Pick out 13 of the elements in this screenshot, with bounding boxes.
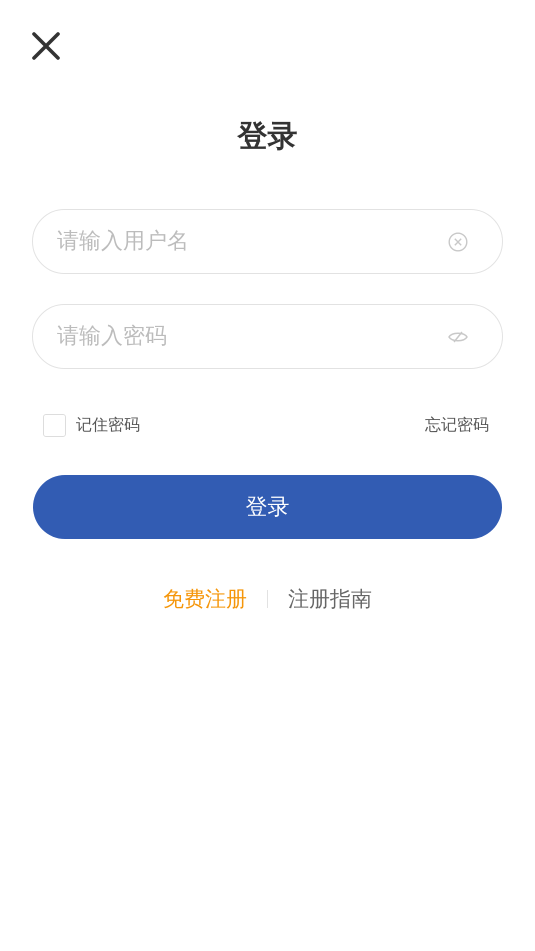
username-field[interactable]: 请输入用户名 bbox=[32, 209, 503, 274]
page-title: 登录 bbox=[238, 119, 298, 155]
forgot-password-link[interactable]: 忘记密码 bbox=[425, 415, 489, 436]
close-icon[interactable] bbox=[31, 31, 61, 61]
remember-checkbox[interactable] bbox=[43, 414, 66, 437]
remember-label: 记住密码 bbox=[76, 415, 140, 436]
username-input[interactable]: 请输入用户名 bbox=[55, 228, 448, 255]
login-button[interactable]: 登录 bbox=[33, 475, 502, 539]
password-input[interactable]: 请输入密码 bbox=[55, 323, 448, 350]
clear-icon[interactable] bbox=[448, 232, 468, 252]
guide-link[interactable]: 注册指南 bbox=[288, 585, 372, 613]
password-field[interactable]: 请输入密码 bbox=[32, 304, 503, 369]
eye-slash-icon[interactable] bbox=[448, 330, 468, 344]
